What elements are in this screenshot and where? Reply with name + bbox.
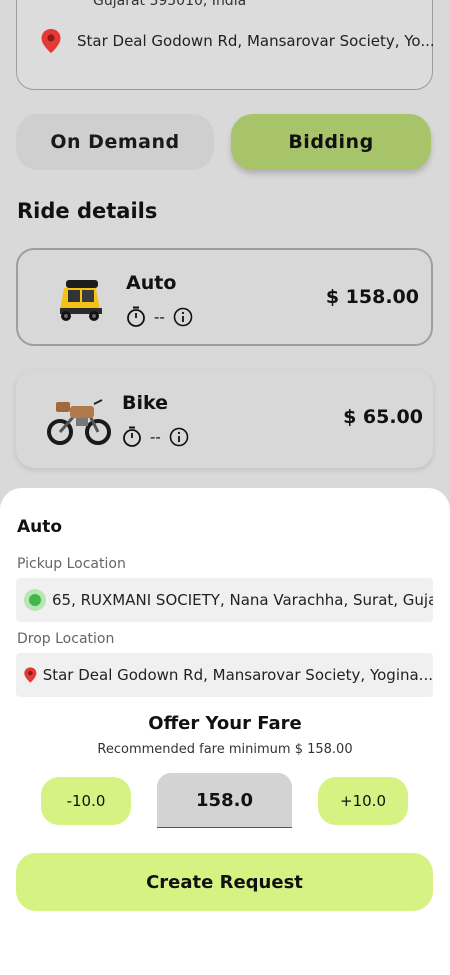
tab-bidding[interactable]: Bidding [231,114,431,170]
ride-eta: -- [150,428,161,446]
ride-option-bike[interactable]: Bike -- $ 65.00 [16,370,433,468]
location-pin-icon [41,29,61,53]
drop-address-row[interactable]: Star Deal Godown Rd, Mansarovar Society,… [41,29,435,53]
pickup-value: 65, RUXMANI SOCIETY, Nana Varachha, Sura… [52,591,433,609]
ride-eta: -- [154,308,165,326]
sheet-title: Auto [17,517,63,537]
fare-input[interactable]: 158.0 [157,773,292,828]
drop-value: Star Deal Godown Rd, Mansarovar Society,… [42,666,433,684]
info-icon[interactable] [169,427,189,447]
decrease-fare-button[interactable]: -10.0 [41,777,131,825]
pickup-address-cut: Gujarat 395010, India [93,0,247,9]
ride-price: $ 158.00 [325,286,419,308]
stopwatch-icon [123,426,141,447]
offer-title: Offer Your Fare [148,713,302,734]
increase-fare-button[interactable]: +10.0 [318,777,408,825]
ride-name: Auto [126,272,177,294]
fare-bottom-sheet: Auto Pickup Location 65, RUXMANI SOCIETY… [0,488,450,975]
ride-price: $ 65.00 [343,406,423,428]
motorbike-icon [47,399,111,445]
pickup-dot-icon [24,589,46,611]
mode-tabs: On Demand Bidding [16,114,433,172]
location-card: Gujarat 395010, India Star Deal Godown R… [16,0,435,90]
ride-meta: -- [122,426,189,448]
location-pin-icon [24,667,37,683]
drop-field[interactable]: Star Deal Godown Rd, Mansarovar Society,… [16,653,433,697]
offer-subtitle: Recommended fare minimum $ 158.00 [97,742,353,757]
drop-label: Drop Location [17,631,115,647]
info-icon[interactable] [173,307,193,327]
drop-address-text: Star Deal Godown Rd, Mansarovar Society,… [77,32,435,50]
auto-rickshaw-icon [60,280,102,321]
pickup-field[interactable]: 65, RUXMANI SOCIETY, Nana Varachha, Sura… [16,578,433,622]
create-request-button[interactable]: Create Request [16,853,433,911]
stopwatch-icon [127,306,145,327]
ride-option-auto[interactable]: Auto -- $ 158.00 [16,248,433,346]
tab-on-demand[interactable]: On Demand [16,114,214,170]
pickup-label: Pickup Location [17,556,126,572]
ride-details-title: Ride details [17,199,158,223]
ride-meta: -- [126,306,193,328]
ride-name: Bike [122,392,169,414]
